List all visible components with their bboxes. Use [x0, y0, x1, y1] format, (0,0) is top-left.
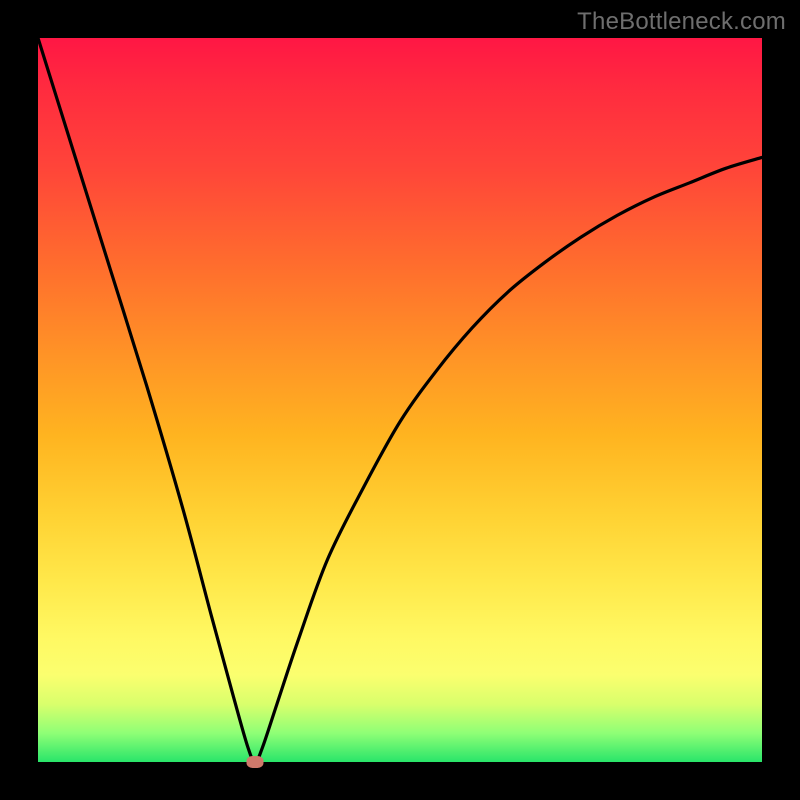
plot-area: [38, 38, 762, 762]
bottleneck-curve: [38, 38, 762, 762]
minimum-marker: [247, 756, 264, 768]
chart-frame: TheBottleneck.com: [0, 0, 800, 800]
watermark-text: TheBottleneck.com: [577, 8, 786, 36]
